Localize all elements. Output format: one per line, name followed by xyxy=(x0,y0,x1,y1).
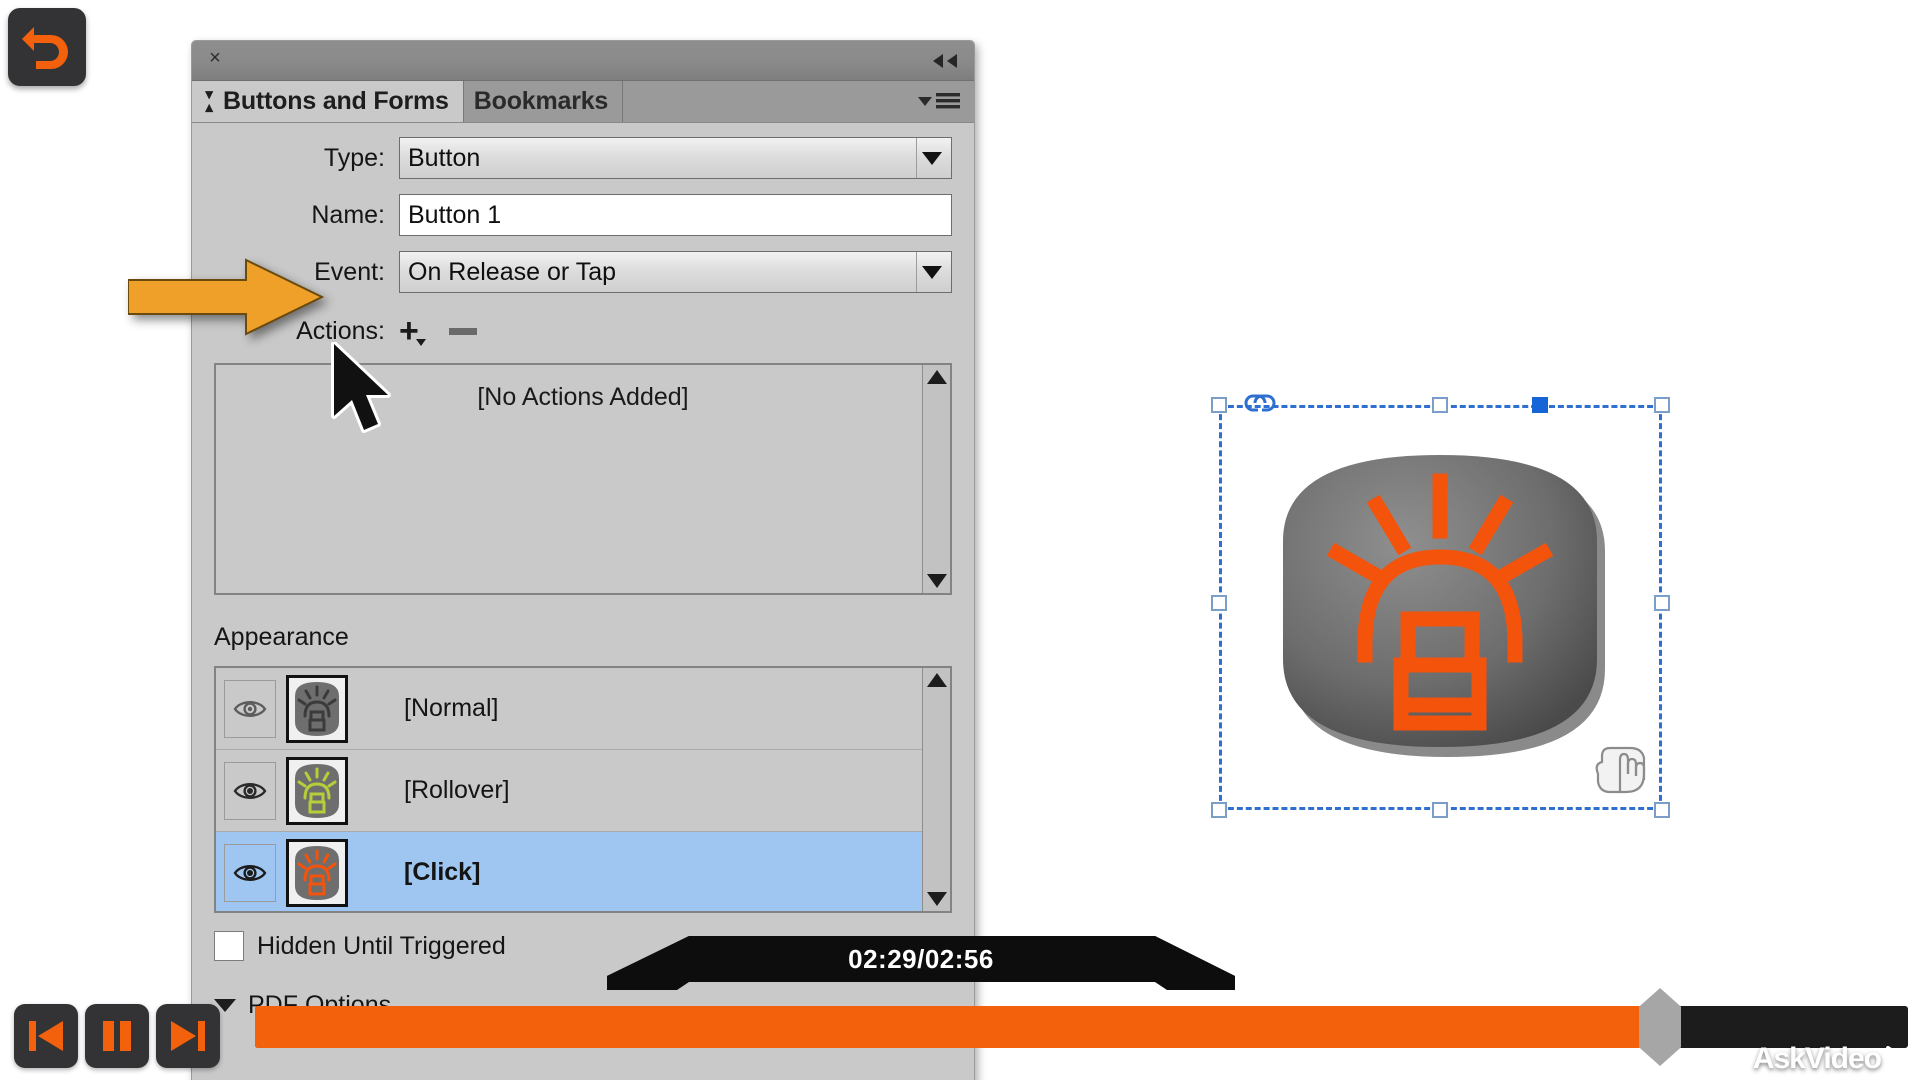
actions-row: Actions: + xyxy=(214,311,952,351)
appearance-row-normal[interactable]: [Normal] xyxy=(216,668,922,750)
selection-handle-top-right[interactable] xyxy=(1654,397,1670,413)
chevron-down-icon[interactable] xyxy=(916,138,946,178)
name-label: Name: xyxy=(311,200,385,229)
transport-controls xyxy=(14,1004,220,1068)
panel-menu-icon[interactable] xyxy=(916,89,962,115)
name-row: Name: Button 1 xyxy=(214,194,952,236)
panel-tabbar: ▾ ▴ Buttons and Forms Bookmarks xyxy=(192,81,974,123)
add-action-button[interactable]: + xyxy=(399,314,426,348)
scrubber-handle[interactable] xyxy=(1639,988,1682,1066)
logo-text: AskVideo xyxy=(1752,1042,1882,1075)
pause-button[interactable] xyxy=(85,1004,149,1068)
next-button[interactable] xyxy=(156,1004,220,1068)
mouse-pointer-cursor xyxy=(330,341,400,438)
minus-icon xyxy=(448,328,477,335)
type-select[interactable]: Button xyxy=(399,137,952,179)
type-label: Type: xyxy=(323,143,385,172)
panel-titlebar[interactable]: × xyxy=(192,41,974,81)
event-row: Event: On Release or Tap xyxy=(214,251,952,293)
actions-empty-text: [No Actions Added] xyxy=(477,383,689,411)
selection-handle-bottom-right[interactable] xyxy=(1654,802,1670,818)
scroll-down-icon[interactable] xyxy=(926,892,947,906)
appearance-scrollbar[interactable] xyxy=(922,668,950,911)
name-value: Button 1 xyxy=(408,200,502,229)
tab-buttons-and-forms[interactable]: ▾ ▴ Buttons and Forms xyxy=(192,81,464,122)
type-row: Type: Button xyxy=(214,137,952,179)
selection-handle-bottom-center[interactable] xyxy=(1432,802,1448,818)
pause-icon xyxy=(103,1021,131,1051)
event-value: On Release or Tap xyxy=(408,257,616,286)
selection-handle-bottom-left[interactable] xyxy=(1211,802,1227,818)
visibility-toggle[interactable] xyxy=(224,843,276,902)
eye-icon xyxy=(233,782,267,799)
double-chevron-left-icon[interactable] xyxy=(930,51,960,71)
previous-button[interactable] xyxy=(14,1004,78,1068)
skip-forward-icon xyxy=(171,1021,205,1051)
eye-icon xyxy=(233,864,267,881)
eye-icon xyxy=(233,700,267,717)
appearance-state-label: [Rollover] xyxy=(404,776,510,804)
type-value: Button xyxy=(408,143,481,172)
chevron-down-icon xyxy=(415,339,426,346)
appearance-list: [Normal] [Rollover] [Click] xyxy=(214,666,952,913)
visibility-toggle[interactable] xyxy=(224,761,276,820)
hidden-until-triggered-label: Hidden Until Triggered xyxy=(257,931,506,960)
appearance-thumbnail xyxy=(286,756,348,825)
appearance-row-click[interactable]: [Click] xyxy=(216,832,922,911)
close-icon[interactable]: × xyxy=(204,47,226,69)
tab-label: Buttons and Forms xyxy=(223,87,449,115)
selection-handle-top-right-active[interactable] xyxy=(1532,397,1548,413)
progress-bar-fill xyxy=(255,1006,1661,1048)
appearance-state-label: [Click] xyxy=(404,858,481,886)
orange-pointer-arrow xyxy=(127,258,325,336)
tab-bookmarks[interactable]: Bookmarks xyxy=(463,81,624,122)
timecode-label: 02:29/02:56 xyxy=(848,944,994,974)
undo-arrow-icon xyxy=(22,27,68,69)
scroll-up-icon[interactable] xyxy=(926,370,947,384)
appearance-thumbnail xyxy=(286,838,348,907)
selection-handle-middle-right[interactable] xyxy=(1654,595,1670,611)
scroll-up-icon[interactable] xyxy=(926,673,947,687)
appearance-thumbnail xyxy=(286,674,348,743)
hidden-until-triggered-checkbox[interactable] xyxy=(214,931,244,961)
selection-handle-top-center[interactable] xyxy=(1432,397,1448,413)
buttons-and-forms-panel: × ▾ ▴ Buttons and Forms Bookmarks Type: … xyxy=(191,40,975,1080)
appearance-row-rollover[interactable]: [Rollover] xyxy=(216,750,922,832)
remove-action-button[interactable] xyxy=(448,322,477,340)
selection-handle-middle-left[interactable] xyxy=(1211,595,1227,611)
event-select[interactable]: On Release or Tap xyxy=(399,251,952,293)
lightbulb-thumb-icon xyxy=(289,677,345,740)
tab-label: Bookmarks xyxy=(473,87,609,115)
scroll-down-icon[interactable] xyxy=(926,574,947,588)
actions-list[interactable]: [No Actions Added] xyxy=(214,363,952,595)
selection-handle-top-left[interactable] xyxy=(1211,397,1227,413)
visibility-toggle[interactable] xyxy=(224,679,276,738)
hand-cursor-icon xyxy=(1590,740,1656,802)
name-input[interactable]: Button 1 xyxy=(399,194,952,236)
chevron-swoosh-icon xyxy=(1886,1046,1906,1072)
actions-scrollbar[interactable] xyxy=(922,365,950,593)
screen: × ▾ ▴ Buttons and Forms Bookmarks Type: … xyxy=(0,0,1920,1080)
chevron-down-icon[interactable] xyxy=(916,252,946,292)
appearance-state-label: [Normal] xyxy=(404,694,499,722)
lightbulb-thumb-icon xyxy=(289,841,345,904)
canvas-selection[interactable] xyxy=(1211,394,1670,818)
skip-back-icon xyxy=(29,1021,63,1051)
link-chain-icon[interactable] xyxy=(1241,391,1279,415)
appearance-title: Appearance xyxy=(214,623,349,651)
askvideo-logo: AskVideo xyxy=(1753,1042,1906,1076)
lightbulb-thumb-icon xyxy=(289,759,345,822)
chevron-updown-icon: ▾ ▴ xyxy=(205,85,213,116)
undo-button[interactable] xyxy=(8,8,86,86)
